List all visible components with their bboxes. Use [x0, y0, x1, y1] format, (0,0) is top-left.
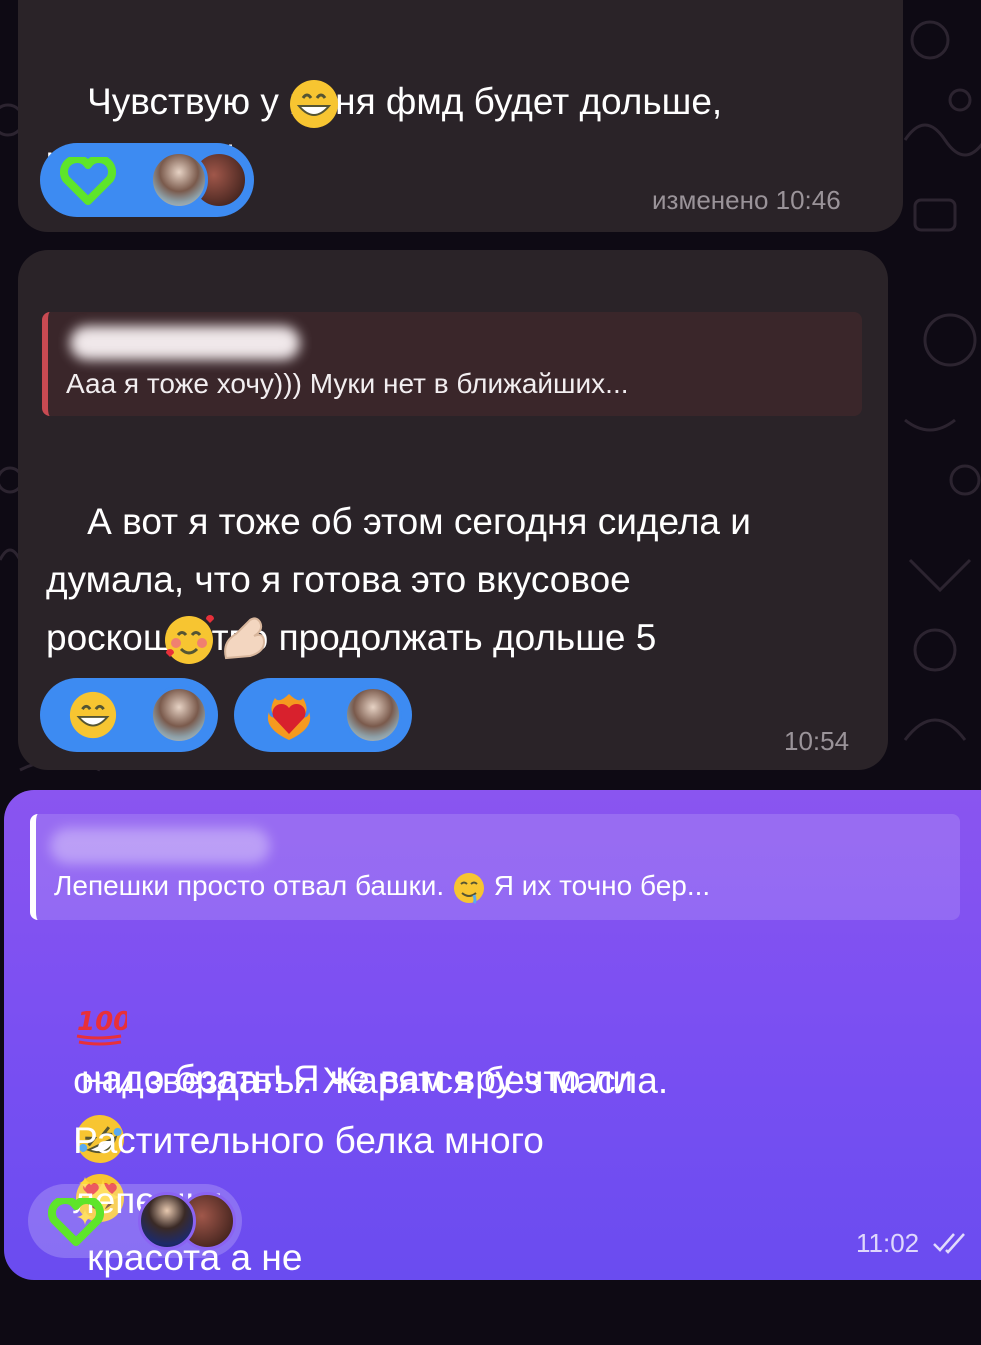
- reply-author-redacted: [50, 828, 270, 864]
- user-avatar-3[interactable]: [138, 1192, 196, 1250]
- green-heart-icon: [48, 1198, 104, 1246]
- user-avatar-1[interactable]: [344, 686, 402, 744]
- message-bubble-2[interactable]: ██████████ Ааа я тоже хочу))) Муки нет в…: [18, 250, 888, 770]
- double-check-icon: [933, 1233, 965, 1254]
- reply-preview-2[interactable]: ██████████ Лепешки просто отвал башки. Я…: [30, 814, 960, 920]
- message-2-time: 10:54: [784, 726, 850, 756]
- user-avatar-1[interactable]: [150, 686, 208, 744]
- message-bubble-3[interactable]: ██████████ Лепешки просто отвал башки. Я…: [4, 790, 981, 1280]
- drooling-face-icon: [453, 872, 484, 904]
- message-3-time: 11:02: [856, 1228, 920, 1258]
- reaction-chip-heart-on-fire[interactable]: [234, 678, 412, 752]
- reaction-chip-grinning[interactable]: [40, 678, 218, 752]
- reply-text-1: Ааа я тоже хочу))) Муки нет в ближайших.…: [66, 368, 629, 399]
- message-bubble-1[interactable]: Чувствую у меня фмд будет дольше, чем 5 …: [18, 0, 903, 232]
- reply-author-redacted: [70, 326, 300, 360]
- grinning-face-icon: [290, 80, 338, 128]
- smiling-face-with-hearts-icon: [165, 615, 214, 664]
- grinning-face-icon: [69, 691, 117, 739]
- reply-preview-1[interactable]: ██████████ Ааа я тоже хочу))) Муки нет в…: [42, 312, 862, 416]
- message-1-time: изменено 10:46: [652, 185, 841, 215]
- green-heart-icon: [60, 157, 116, 205]
- reply-text-2: Лепешки просто отвал башки. Я их точно б…: [54, 870, 710, 905]
- reaction-chip-green-heart[interactable]: [28, 1184, 242, 1258]
- reply-text-2b: Я их точно бер...: [493, 870, 711, 901]
- heart-on-fire-icon: [267, 694, 311, 740]
- reply-text-2a: Лепешки просто отвал башки.: [54, 870, 445, 901]
- user-avatar-1[interactable]: [150, 151, 208, 209]
- pinching-hand-icon: [224, 617, 266, 660]
- reaction-chip-green-heart[interactable]: [40, 143, 254, 217]
